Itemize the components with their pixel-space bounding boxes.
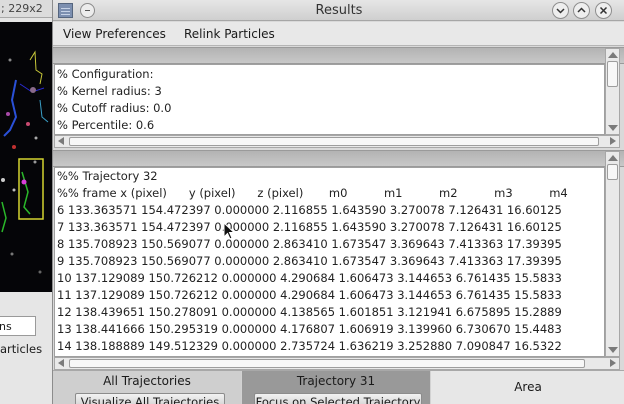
desktop: ; 229x2 ns articles Results View Prefere… xyxy=(0,0,624,404)
config-line: % Cutoff radius: 0.0 xyxy=(57,101,172,115)
scroll-up-icon[interactable] xyxy=(608,52,618,58)
image-window-controls: ns articles xyxy=(0,292,54,404)
image-window-title: ; 229x2 xyxy=(0,0,60,18)
visualize-all-trajectories-button[interactable]: Visualize All Trajectories xyxy=(75,393,225,404)
trajectory-row: 13 138.441666 150.295319 0.000000 4.1768… xyxy=(57,322,562,336)
split-pane-divider[interactable] xyxy=(53,47,624,64)
config-line: % Configuration: xyxy=(57,67,154,81)
close-icon xyxy=(599,6,608,15)
maximize-button[interactable] xyxy=(573,2,590,19)
area-label: Area xyxy=(514,380,542,394)
window-title: Results xyxy=(315,3,363,18)
trajectory-row: 7 133.363571 154.472397 0.000000 2.11685… xyxy=(57,220,562,234)
configuration-text-area[interactable]: % Configuration: % Kernel radius: 3 % Cu… xyxy=(54,64,605,135)
trajectory-row: 9 135.708923 150.569077 0.000000 2.86341… xyxy=(57,254,562,268)
scroll-down-icon[interactable] xyxy=(608,125,618,131)
scroll-left-icon[interactable] xyxy=(58,137,64,145)
scrollbar-thumb[interactable] xyxy=(69,359,585,368)
scroll-right-icon[interactable] xyxy=(610,137,616,145)
area-panel: Area xyxy=(431,371,624,404)
trajectory-row: 11 137.129089 150.726212 0.000000 4.2906… xyxy=(57,288,562,302)
image-window: ; 229x2 ns articles xyxy=(0,0,60,404)
all-trajectories-label: All Trajectories xyxy=(103,374,191,388)
trajectory-header: %% Trajectory 32 xyxy=(57,169,158,183)
focus-selected-trajectory-button[interactable]: Focus on Selected Trajectory xyxy=(254,393,422,404)
maximize-icon xyxy=(577,7,586,13)
all-trajectories-panel: All Trajectories Visualize All Trajector… xyxy=(53,371,241,404)
bottom-controls: All Trajectories Visualize All Trajector… xyxy=(53,370,624,404)
image-window-checkbox-label[interactable]: articles xyxy=(0,342,42,356)
image-window-field[interactable]: ns xyxy=(0,316,36,336)
menu-view-preferences[interactable]: View Preferences xyxy=(63,27,166,41)
config-line: % Percentile: 0.6 xyxy=(57,118,155,132)
selected-trajectory-label: Trajectory 31 xyxy=(296,374,376,388)
scroll-down-icon[interactable] xyxy=(608,347,618,353)
particle-image[interactable] xyxy=(0,22,52,292)
trajectory-row: 10 137.129089 150.726212 0.000000 4.2906… xyxy=(57,271,562,285)
minimize-button[interactable] xyxy=(552,2,569,19)
trajectory-columns: %% frame x (pixel) y (pixel) z (pixel) m… xyxy=(57,186,568,200)
menu-bar: View Preferences Relink Particles xyxy=(53,22,624,46)
trajectory-row: 8 135.708923 150.569077 0.000000 2.86341… xyxy=(57,237,562,251)
trajectory-row: 12 138.439651 150.278091 0.000000 4.1385… xyxy=(57,305,562,319)
results-window: Results View Preferences Relink Particle… xyxy=(52,0,624,404)
trajectory-horizontal-scrollbar[interactable] xyxy=(54,357,620,370)
menu-relink-particles[interactable]: Relink Particles xyxy=(184,27,275,41)
scrollbar-thumb[interactable] xyxy=(607,61,618,87)
trajectory-row: 6 133.363571 154.472397 0.000000 2.11685… xyxy=(57,203,562,217)
config-line: % Kernel radius: 3 xyxy=(57,84,162,98)
trajectory-vertical-scrollbar[interactable] xyxy=(605,151,620,357)
trajectory-row: 14 138.188889 149.512329 0.000000 2.7357… xyxy=(57,339,562,353)
scrollbar-thumb[interactable] xyxy=(69,137,599,146)
config-horizontal-scrollbar[interactable] xyxy=(54,135,620,148)
selected-trajectory-panel: Trajectory 31 Focus on Selected Trajecto… xyxy=(242,371,430,404)
config-vertical-scrollbar[interactable] xyxy=(605,48,620,135)
minimize-icon xyxy=(556,8,565,14)
title-bar[interactable]: Results xyxy=(53,0,624,21)
trajectory-text-area[interactable]: %% Trajectory 32 %% frame x (pixel) y (p… xyxy=(54,167,605,357)
close-button[interactable] xyxy=(595,2,612,19)
scroll-right-icon[interactable] xyxy=(610,359,616,367)
split-pane-divider[interactable] xyxy=(53,150,624,167)
scrollbar-thumb[interactable] xyxy=(607,164,618,180)
scroll-left-icon[interactable] xyxy=(58,359,64,367)
scroll-up-icon[interactable] xyxy=(608,155,618,161)
